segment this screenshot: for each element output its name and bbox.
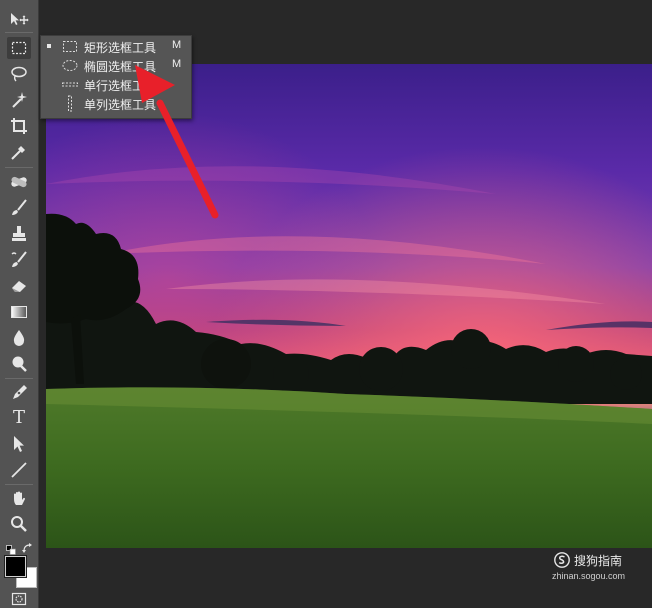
rectangular-marquee-icon [61,38,79,55]
sogou-logo-icon [554,552,570,568]
menu-item-shortcut: M [172,39,182,51]
move-tool-icon[interactable] [7,8,31,30]
tool-separator [5,167,33,168]
default-colors-icon[interactable] [6,540,16,555]
single-column-marquee-icon [61,95,79,112]
crop-tool-icon[interactable] [7,115,31,137]
menu-item-label: 矩形选框工具 [84,41,157,55]
sogou-watermark: 搜狗指南 zhinan.sogou.com [552,551,652,585]
swap-colors-icon[interactable] [22,539,34,553]
eraser-tool-icon[interactable] [7,275,31,297]
tool-separator [5,378,33,379]
line-tool-icon[interactable] [7,459,31,481]
watermark-url: zhinan.sogou.com [552,571,626,581]
type-tool-glyph: T [12,407,25,428]
foreground-color-swatch[interactable] [5,556,26,577]
healing-tool-icon[interactable] [7,171,31,193]
menu-item-rectangular-marquee[interactable]: 矩形选框工具 M [41,37,191,56]
gradient-tool-icon[interactable] [7,301,31,323]
red-arrow-icon [120,55,230,225]
watermark-name: 搜狗指南 [574,554,623,568]
marquee-tool-icon[interactable] [7,37,31,59]
history-brush-tool-icon[interactable] [7,249,31,271]
zoom-tool-icon[interactable] [7,513,31,535]
selected-bullet [47,44,51,48]
dodge-tool-icon[interactable] [7,353,31,375]
pen-tool-icon[interactable] [7,382,31,404]
tool-separator [5,484,33,485]
blur-tool-icon[interactable] [7,327,31,349]
eyedropper-tool-icon[interactable] [7,141,31,163]
lasso-tool-icon[interactable] [7,63,31,85]
tools-panel: T [0,0,39,608]
type-tool-icon[interactable]: T [7,407,31,429]
clone-stamp-tool-icon[interactable] [7,223,31,245]
quick-mask-icon[interactable] [7,590,31,608]
tool-separator [5,32,33,33]
elliptical-marquee-icon [61,57,79,74]
brush-tool-icon[interactable] [7,197,31,219]
single-row-marquee-icon [61,76,79,93]
path-selection-tool-icon[interactable] [7,433,31,455]
magic-wand-tool-icon[interactable] [7,89,31,111]
hand-tool-icon[interactable] [7,488,31,510]
